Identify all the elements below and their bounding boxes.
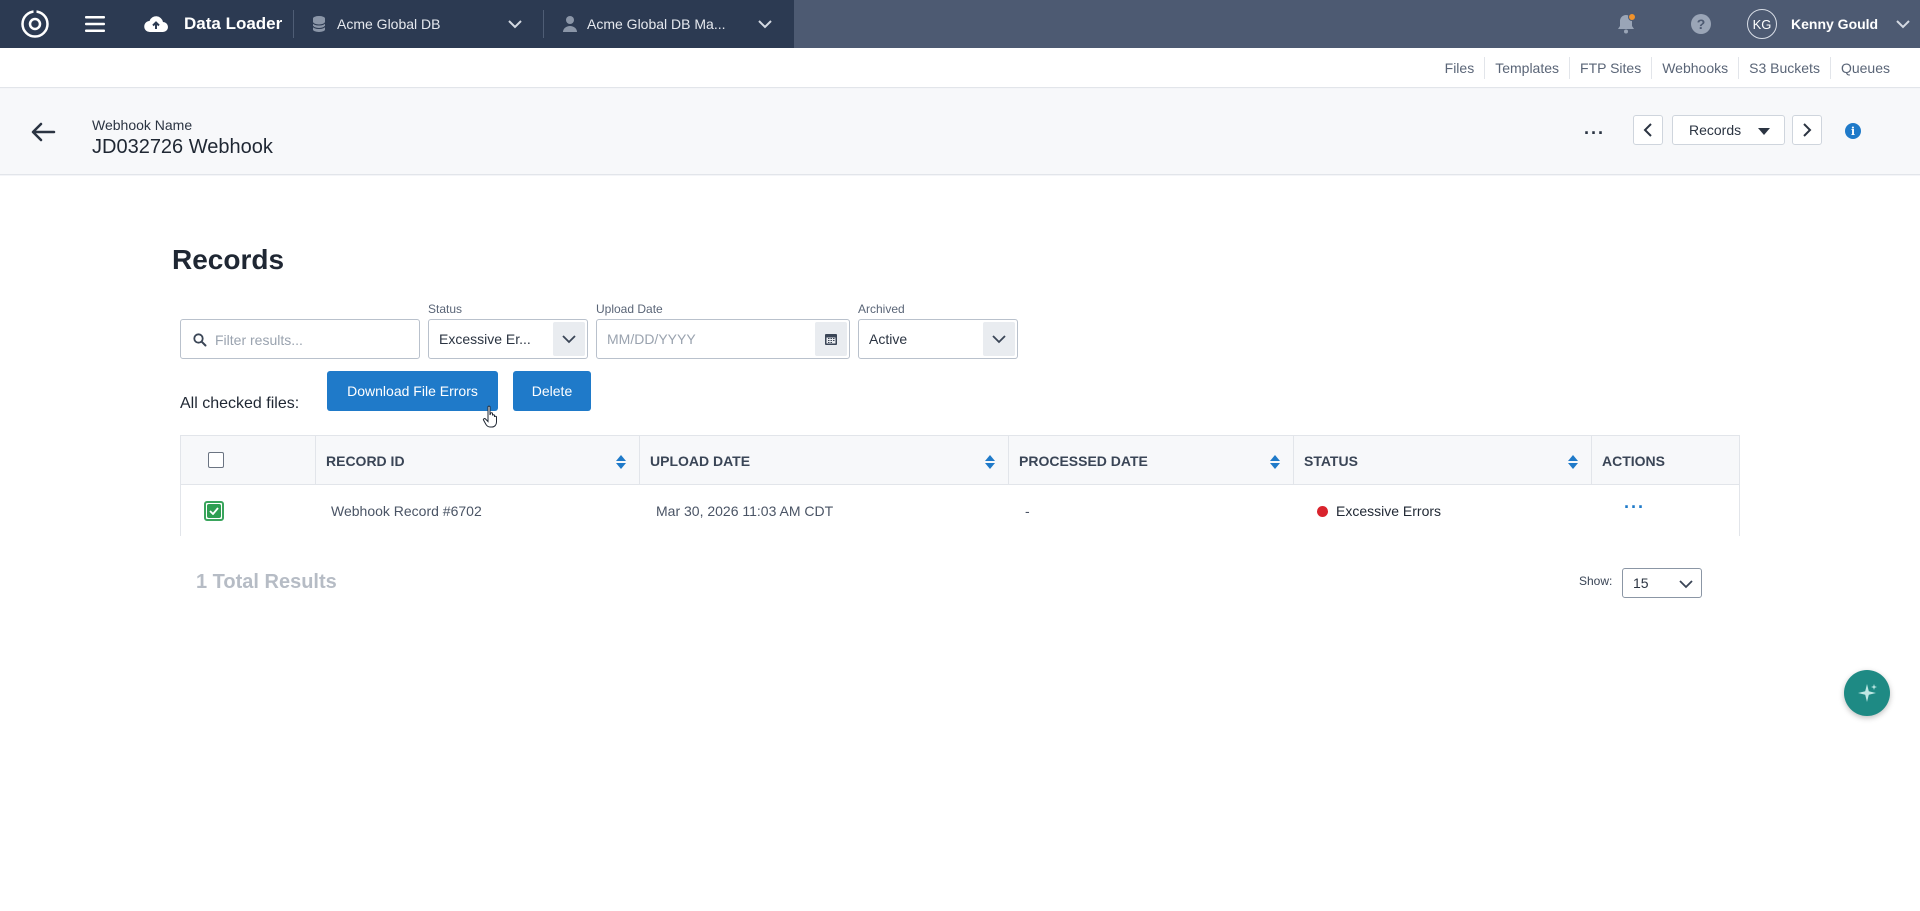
column-header-processed-date[interactable]: PROCESSED DATE bbox=[1008, 436, 1293, 485]
calendar-button[interactable] bbox=[815, 322, 847, 356]
divider bbox=[543, 10, 544, 38]
status-error-dot-icon bbox=[1317, 506, 1328, 517]
user-icon bbox=[563, 16, 577, 32]
status-label: Status bbox=[428, 302, 463, 316]
status-select-value: Excessive Er... bbox=[439, 331, 531, 347]
sub-navigation-links: Files Templates FTP Sites Webhooks S3 Bu… bbox=[1435, 48, 1900, 88]
column-header-label: ACTIONS bbox=[1602, 452, 1665, 469]
svg-text:?: ? bbox=[1697, 16, 1706, 32]
app-name[interactable]: Data Loader bbox=[184, 14, 282, 34]
sort-icon[interactable] bbox=[615, 454, 627, 470]
chevron-right-icon bbox=[1803, 123, 1812, 137]
column-header-status[interactable]: STATUS bbox=[1293, 436, 1591, 485]
database-icon bbox=[312, 16, 326, 32]
hamburger-menu-icon[interactable] bbox=[84, 13, 106, 35]
chevron-down-icon bbox=[992, 335, 1006, 344]
nav-link-templates[interactable]: Templates bbox=[1484, 57, 1569, 79]
notification-bell-icon[interactable] bbox=[1615, 13, 1637, 35]
nav-link-queues[interactable]: Queues bbox=[1829, 57, 1900, 79]
nav-link-s3-buckets[interactable]: S3 Buckets bbox=[1738, 57, 1830, 79]
table-header: RECORD ID UPLOAD DATE PROCESSED DATE STA… bbox=[181, 436, 1739, 485]
select-all-checkbox[interactable] bbox=[208, 452, 224, 468]
sparkle-icon bbox=[1858, 684, 1877, 702]
processed-date-cell: - bbox=[1025, 503, 1030, 519]
column-header-record-id[interactable]: RECORD ID bbox=[315, 436, 639, 485]
page-header: Webhook Name JD032726 Webhook ··· Record… bbox=[0, 89, 1920, 175]
upload-date-cell: Mar 30, 2026 11:03 AM CDT bbox=[656, 503, 834, 519]
status-cell: Excessive Errors bbox=[1336, 503, 1442, 519]
records-dropdown-label: Records bbox=[1689, 122, 1742, 138]
column-header-label: STATUS bbox=[1304, 452, 1358, 469]
table-row[interactable]: Webhook Record #6702 Mar 30, 2026 11:03 … bbox=[181, 486, 1739, 536]
records-table: RECORD ID UPLOAD DATE PROCESSED DATE STA… bbox=[180, 435, 1740, 536]
column-header-label: PROCESSED DATE bbox=[1019, 452, 1148, 469]
search-input[interactable] bbox=[215, 329, 410, 351]
previous-button[interactable] bbox=[1633, 115, 1663, 145]
record-id-cell[interactable]: Webhook Record #6702 bbox=[331, 503, 482, 519]
page-size-select[interactable]: 15 bbox=[1622, 568, 1702, 598]
chevron-left-icon bbox=[1643, 123, 1652, 137]
main-content: Records Status Excessive Er... Upload Da… bbox=[0, 176, 1920, 911]
page-title: Records bbox=[172, 244, 285, 275]
chevron-down-icon bbox=[562, 335, 576, 344]
user-database-selector[interactable]: Acme Global DB Ma... bbox=[587, 16, 726, 32]
row-checkbox[interactable] bbox=[204, 501, 224, 521]
nav-link-ftp-sites[interactable]: FTP Sites bbox=[1569, 57, 1651, 79]
database-selector[interactable]: Acme Global DB bbox=[337, 16, 440, 32]
delete-button[interactable]: Delete bbox=[513, 371, 591, 411]
more-options-button[interactable]: ··· bbox=[1584, 123, 1605, 144]
download-file-errors-button[interactable]: Download File Errors bbox=[327, 371, 498, 411]
archived-select[interactable]: Active bbox=[858, 319, 1018, 359]
upload-date-field[interactable]: MM/DD/YYYY bbox=[596, 319, 850, 359]
status-select[interactable]: Excessive Er... bbox=[428, 319, 588, 359]
records-dropdown[interactable]: Records bbox=[1672, 115, 1785, 145]
column-header-upload-date[interactable]: UPLOAD DATE bbox=[639, 436, 1008, 485]
total-results: 1 Total Results bbox=[196, 571, 337, 593]
page-size-value: 15 bbox=[1633, 575, 1649, 591]
hand-pointer-cursor-icon bbox=[482, 405, 497, 428]
sub-navigation: Files Templates FTP Sites Webhooks S3 Bu… bbox=[0, 48, 1920, 88]
sort-icon[interactable] bbox=[1567, 454, 1579, 470]
chevron-down-icon bbox=[1679, 580, 1693, 589]
avatar[interactable]: KG bbox=[1747, 9, 1777, 39]
all-checked-files-label: All checked files: bbox=[180, 395, 300, 412]
calendar-icon bbox=[825, 334, 837, 345]
status-dropdown-button[interactable] bbox=[553, 322, 585, 356]
next-button[interactable] bbox=[1792, 115, 1822, 145]
nav-link-webhooks[interactable]: Webhooks bbox=[1651, 57, 1738, 79]
back-arrow-icon[interactable] bbox=[30, 121, 56, 143]
upload-date-placeholder: MM/DD/YYYY bbox=[607, 331, 696, 347]
info-icon[interactable]: i bbox=[1845, 123, 1861, 139]
ai-assistant-button[interactable] bbox=[1844, 670, 1890, 716]
search-icon bbox=[193, 333, 207, 347]
column-header-label: UPLOAD DATE bbox=[650, 452, 751, 469]
row-actions-button[interactable]: ··· bbox=[1624, 497, 1645, 518]
chevron-down-icon[interactable] bbox=[757, 17, 773, 31]
archived-label: Archived bbox=[858, 302, 905, 316]
user-name[interactable]: Kenny Gould bbox=[1791, 16, 1878, 32]
column-header-actions: ACTIONS bbox=[1591, 436, 1739, 485]
chevron-down-icon[interactable] bbox=[1895, 17, 1911, 31]
sort-icon[interactable] bbox=[984, 454, 996, 470]
divider bbox=[293, 10, 294, 38]
webhook-name-label: Webhook Name bbox=[92, 117, 193, 133]
webhook-name: JD032726 Webhook bbox=[92, 136, 273, 158]
search-input-wrapper[interactable] bbox=[180, 319, 420, 359]
sort-icon[interactable] bbox=[1269, 454, 1281, 470]
help-icon[interactable]: ? bbox=[1690, 13, 1712, 35]
archived-select-value: Active bbox=[869, 331, 908, 347]
top-bar: Data Loader Acme Global DB Acme Global D… bbox=[0, 0, 1920, 48]
app-logo-icon[interactable] bbox=[20, 9, 50, 39]
nav-link-files[interactable]: Files bbox=[1435, 57, 1485, 79]
chevron-down-icon[interactable] bbox=[507, 17, 523, 31]
checkmark-icon bbox=[207, 504, 221, 518]
cloud-upload-icon bbox=[144, 16, 168, 33]
archived-dropdown-button[interactable] bbox=[983, 322, 1015, 356]
column-header-label: RECORD ID bbox=[326, 452, 405, 469]
caret-down-icon bbox=[1758, 128, 1770, 135]
upload-date-label: Upload Date bbox=[596, 302, 663, 316]
page-size-label: Show: bbox=[1579, 574, 1613, 588]
